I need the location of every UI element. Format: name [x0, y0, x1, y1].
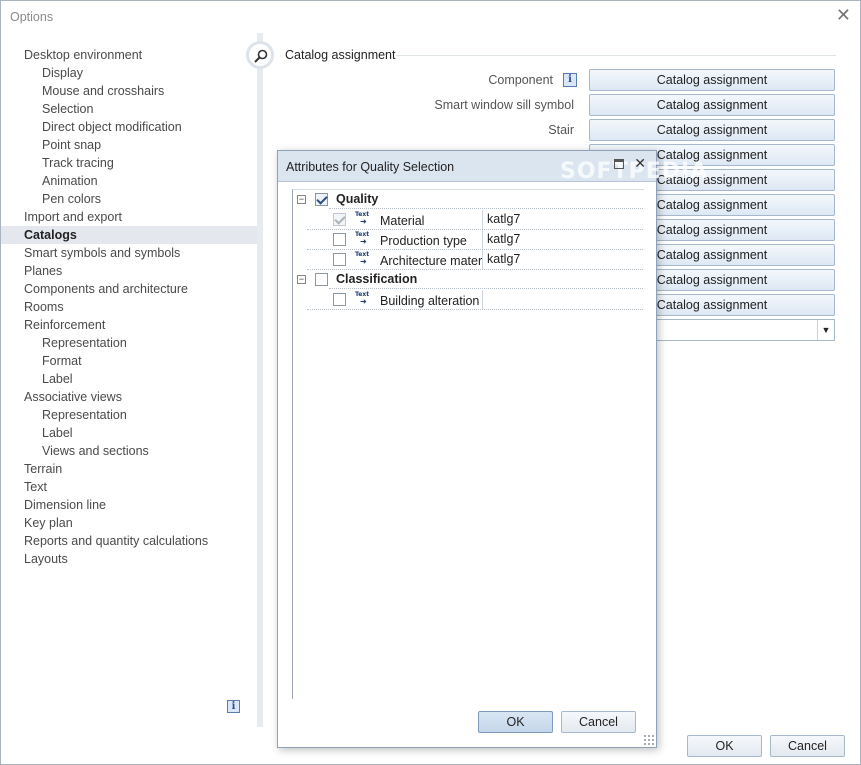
close-icon[interactable]: ✕ [634, 156, 646, 170]
splitter[interactable] [257, 33, 263, 727]
section-divider [396, 55, 836, 56]
collapse-icon[interactable]: − [297, 275, 306, 284]
arrow-icon: ➜ [360, 217, 367, 226]
sidebar-item[interactable]: Associative views [1, 388, 258, 406]
arrow-icon: ➜ [360, 257, 367, 266]
column-divider [482, 210, 483, 230]
sidebar-item[interactable]: Direct object modification [1, 118, 258, 136]
attribute-name: Building alteration category [380, 294, 483, 308]
attributes-dialog: Attributes for Quality Selection SOFTPED… [277, 150, 707, 748]
search-button[interactable] [246, 41, 274, 69]
sidebar-item[interactable]: Rooms [1, 298, 258, 316]
group-label: Classification [336, 272, 418, 286]
sidebar-item[interactable]: Representation [1, 406, 258, 424]
attribute-name: Architecture material [380, 254, 483, 268]
row-label: Stair [548, 123, 574, 137]
sidebar-item[interactable]: Format [1, 352, 258, 370]
row-separator [307, 269, 643, 270]
options-window: Options ✕ Desktop environment Display Mous… [0, 0, 861, 765]
row-label: Component [488, 73, 553, 87]
catalog-assignment-button[interactable]: Catalog assignment [589, 94, 835, 116]
cancel-button[interactable]: Cancel [770, 735, 845, 757]
sidebar-item[interactable]: Text [1, 478, 258, 496]
sidebar-item[interactable]: Pen colors [1, 190, 258, 208]
row-separator [307, 309, 643, 310]
dialog-titlebar[interactable]: Attributes for Quality Selection SOFTPED… [278, 151, 707, 184]
sidebar-item[interactable]: Layouts [1, 550, 258, 568]
sidebar-item[interactable]: Catalogs [1, 226, 258, 244]
sidebar-item[interactable]: Key plan [1, 514, 258, 532]
row-separator [307, 229, 643, 230]
attribute-name: Production type [380, 234, 467, 248]
search-icon [254, 49, 268, 63]
resize-grip[interactable] [643, 734, 654, 745]
attribute-checkbox[interactable] [333, 233, 346, 246]
column-divider [482, 250, 483, 270]
attribute-name: Material [380, 214, 425, 228]
attribute-tree: − Quality Text ➜ Material katlg7 Text ➜ Producti… [292, 189, 644, 699]
row-separator [329, 208, 643, 209]
sidebar-item[interactable]: Reinforcement [1, 316, 258, 334]
catalog-assignment-button[interactable]: Catalog assignment [589, 69, 835, 91]
row-label: Smart window sill symbol [434, 98, 574, 112]
arrow-icon: ➜ [360, 297, 367, 306]
close-icon[interactable]: ✕ [836, 6, 851, 24]
sidebar-item[interactable]: Smart symbols and symbols [1, 244, 258, 262]
sidebar-item[interactable]: Views and sections [1, 442, 258, 460]
ok-button[interactable]: OK [687, 735, 762, 757]
sidebar-item[interactable]: Selection [1, 100, 258, 118]
column-divider [482, 230, 483, 250]
sidebar-item[interactable]: Terrain [1, 460, 258, 478]
dialog-ok-button[interactable]: OK [478, 711, 553, 733]
sidebar-item[interactable]: Label [1, 370, 258, 388]
attribute-value[interactable]: katlg7 [487, 232, 520, 246]
chevron-down-icon[interactable]: ▼ [817, 320, 834, 340]
collapse-icon[interactable]: − [297, 195, 306, 204]
info-icon[interactable]: i [227, 700, 240, 713]
sidebar-item[interactable]: Components and architecture [1, 280, 258, 298]
options-nav-tree: Desktop environment Display Mouse and cros… [1, 46, 258, 726]
dialog-cancel-button[interactable]: Cancel [561, 711, 636, 733]
attribute-value[interactable]: katlg7 [487, 252, 520, 266]
minimize-icon[interactable] [614, 159, 624, 169]
arrow-icon: ➜ [360, 237, 367, 246]
dialog-title: Attributes for Quality Selection [286, 160, 455, 174]
sidebar-item[interactable]: Desktop environment [1, 46, 258, 64]
text-attribute-icon: Text ➜ [355, 231, 373, 247]
section-title: Catalog assignment [285, 48, 396, 62]
column-divider [482, 290, 483, 310]
sidebar-item[interactable]: Representation [1, 334, 258, 352]
attribute-value[interactable]: katlg7 [487, 212, 520, 226]
group-checkbox[interactable] [315, 193, 328, 206]
text-attribute-icon: Text ➜ [355, 251, 373, 267]
catalog-assignment-button[interactable]: Catalog assignment [589, 119, 835, 141]
attribute-checkbox[interactable] [333, 253, 346, 266]
sidebar-item[interactable]: Track tracing [1, 154, 258, 172]
sidebar-item[interactable]: Display [1, 64, 258, 82]
text-attribute-icon: Text ➜ [355, 291, 373, 307]
group-checkbox[interactable] [315, 273, 328, 286]
titlebar: Options ✕ [1, 1, 860, 32]
sidebar-item[interactable]: Import and export [1, 208, 258, 226]
row-separator [307, 249, 643, 250]
attribute-checkbox[interactable] [333, 293, 346, 306]
sidebar-item[interactable]: Animation [1, 172, 258, 190]
sidebar-item[interactable]: Reports and quantity calculations [1, 532, 258, 550]
sidebar-item[interactable]: Mouse and crosshairs [1, 82, 258, 100]
row-separator [329, 288, 643, 289]
sidebar-item[interactable]: Dimension line [1, 496, 258, 514]
attribute-checkbox [333, 213, 346, 226]
group-label: Quality [336, 192, 379, 206]
sidebar-item[interactable]: Planes [1, 262, 258, 280]
info-icon[interactable]: i [563, 73, 577, 87]
sidebar-item[interactable]: Point snap [1, 136, 258, 154]
text-attribute-icon: Text ➜ [355, 211, 373, 227]
window-title: Options [10, 10, 54, 24]
sidebar-item[interactable]: Label [1, 424, 258, 442]
